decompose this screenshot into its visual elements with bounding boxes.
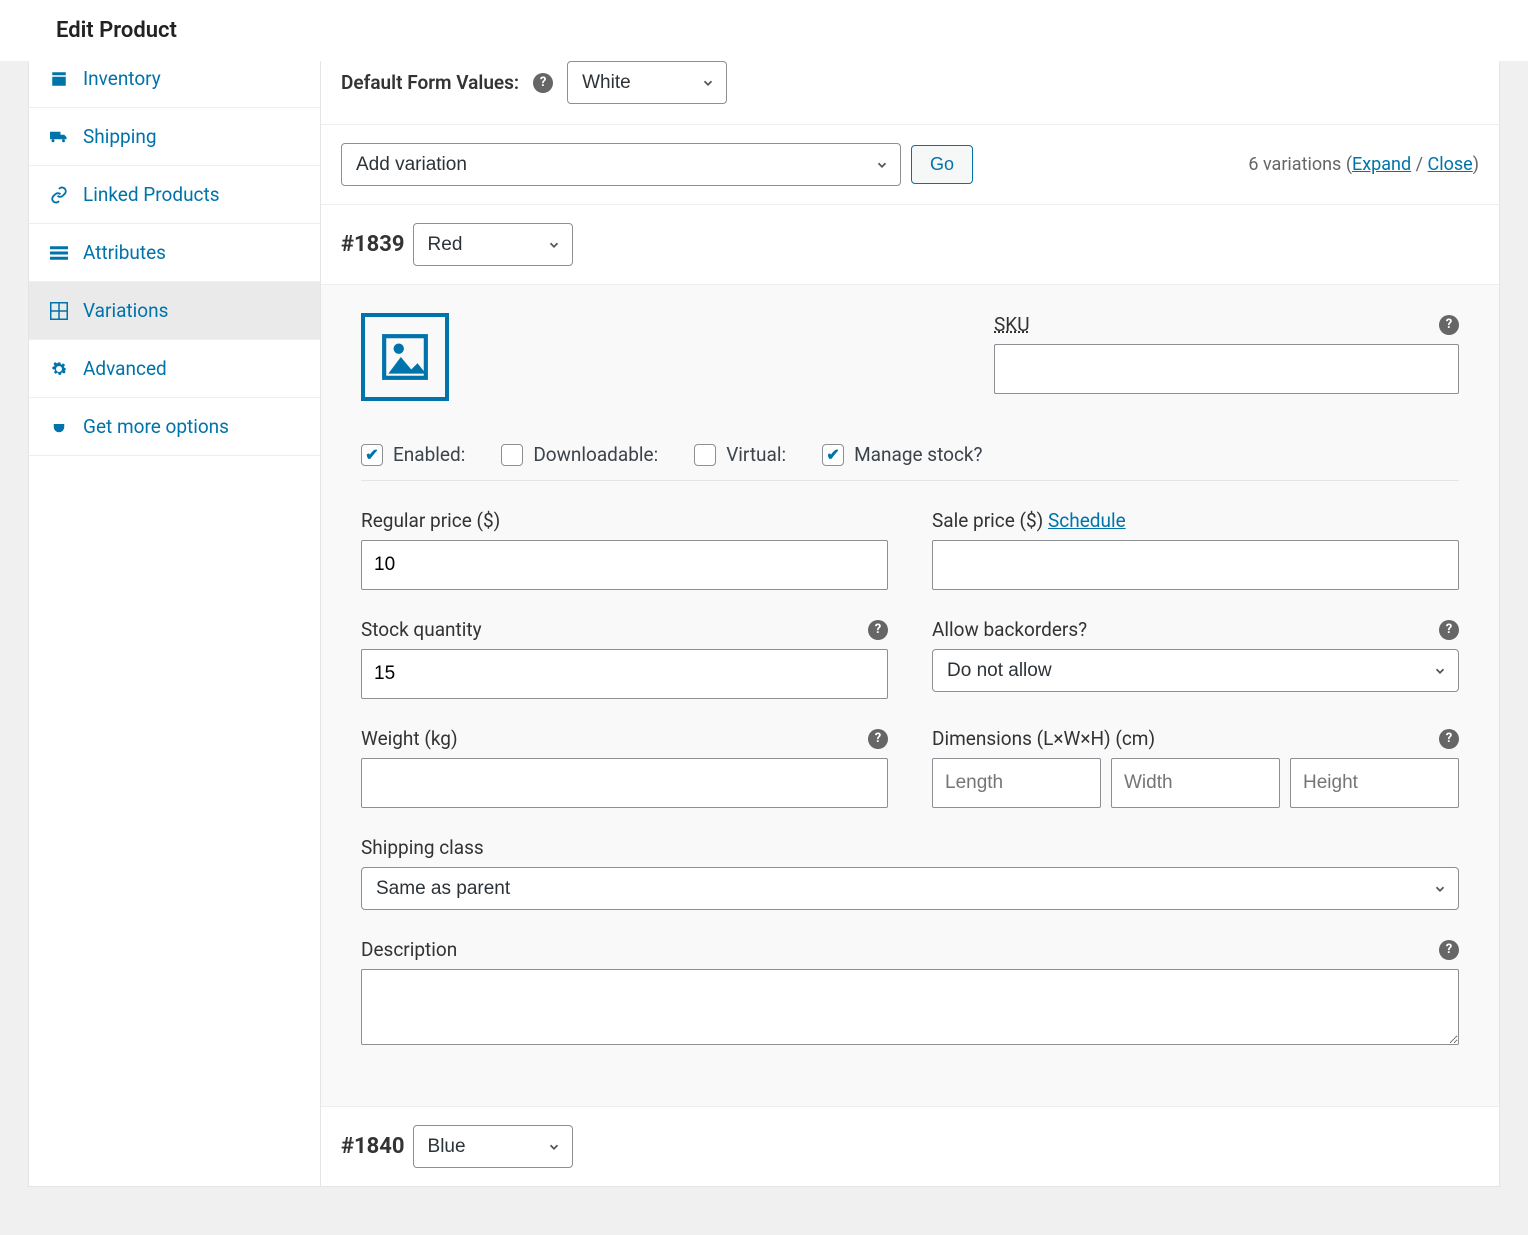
sidebar-item-attributes[interactable]: Attributes	[29, 224, 320, 282]
default-form-row: Default Form Values: ? White	[321, 61, 1499, 124]
variation-color-select[interactable]: Red	[413, 223, 573, 266]
shipping-class-select[interactable]: Same as parent	[361, 867, 1459, 910]
checkbox-icon	[822, 444, 844, 466]
dimensions-label: Dimensions (L×W×H) (cm)	[932, 727, 1155, 750]
width-input[interactable]	[1111, 758, 1280, 808]
help-icon[interactable]: ?	[868, 729, 888, 749]
schedule-link[interactable]: Schedule	[1048, 509, 1126, 532]
variation-count: 6 variations (Expand / Close)	[1248, 154, 1479, 175]
downloadable-check[interactable]: Downloadable:	[501, 443, 658, 466]
page-title: Edit Product	[0, 0, 1528, 61]
sidebar: Inventory Shipping Linked Products Attri…	[28, 61, 321, 1187]
stock-qty-input[interactable]	[361, 649, 888, 699]
regular-price-label: Regular price ($)	[361, 509, 500, 532]
sale-price-input[interactable]	[932, 540, 1459, 590]
description-label: Description	[361, 938, 457, 961]
sidebar-item-linked[interactable]: Linked Products	[29, 166, 320, 224]
sidebar-item-advanced[interactable]: Advanced	[29, 340, 320, 398]
sidebar-item-label: Inventory	[83, 67, 161, 90]
sidebar-item-more[interactable]: Get more options	[29, 398, 320, 456]
regular-price-input[interactable]	[361, 540, 888, 590]
default-form-label: Default Form Values:	[341, 71, 519, 94]
sidebar-item-shipping[interactable]: Shipping	[29, 108, 320, 166]
sidebar-item-label: Advanced	[83, 357, 167, 380]
sidebar-item-label: Attributes	[83, 241, 166, 264]
backorders-label: Allow backorders?	[932, 618, 1087, 641]
sku-label: SKU	[994, 313, 1030, 336]
help-icon[interactable]: ?	[1439, 729, 1459, 749]
sidebar-item-label: Shipping	[83, 125, 157, 148]
gear-icon	[49, 359, 69, 379]
variation-id: #1840	[341, 1134, 405, 1159]
sidebar-item-label: Variations	[83, 299, 168, 322]
list-icon	[49, 243, 69, 263]
variation-color-select[interactable]: Blue	[413, 1125, 573, 1168]
checkbox-icon	[361, 444, 383, 466]
sidebar-item-inventory[interactable]: Inventory	[29, 61, 320, 108]
truck-icon	[49, 127, 69, 147]
grid-icon	[49, 301, 69, 321]
close-link[interactable]: Close	[1428, 154, 1473, 175]
sidebar-item-variations[interactable]: Variations	[29, 282, 320, 340]
main-panel: Default Form Values: ? White Add variati…	[321, 61, 1500, 1187]
weight-label: Weight (kg)	[361, 727, 458, 750]
variation-header[interactable]: #1839 Red	[321, 205, 1499, 284]
checkbox-row: Enabled: Downloadable: Virtual: Manage s…	[361, 429, 1459, 481]
add-variation-select[interactable]: Add variation	[341, 143, 901, 186]
variation-header-2[interactable]: #1840 Blue	[321, 1107, 1499, 1186]
help-icon[interactable]: ?	[1439, 315, 1459, 335]
plug-icon	[49, 417, 69, 437]
manage-stock-check[interactable]: Manage stock?	[822, 443, 982, 466]
sale-price-label: Sale price ($)	[932, 509, 1043, 532]
sidebar-item-label: Get more options	[83, 415, 229, 438]
help-icon[interactable]: ?	[1439, 620, 1459, 640]
checkbox-icon	[501, 444, 523, 466]
virtual-check[interactable]: Virtual:	[694, 443, 786, 466]
help-icon[interactable]: ?	[868, 620, 888, 640]
stock-qty-label: Stock quantity	[361, 618, 482, 641]
sidebar-item-label: Linked Products	[83, 183, 220, 206]
checkbox-icon	[694, 444, 716, 466]
expand-link[interactable]: Expand	[1352, 154, 1411, 175]
enabled-check[interactable]: Enabled:	[361, 443, 465, 466]
description-textarea[interactable]	[361, 969, 1459, 1045]
sku-input[interactable]	[994, 344, 1459, 394]
backorders-select[interactable]: Do not allow	[932, 649, 1459, 692]
shipping-class-label: Shipping class	[361, 836, 484, 859]
variation-id: #1839	[341, 232, 405, 257]
go-button[interactable]: Go	[911, 145, 973, 184]
variation-image-placeholder[interactable]	[361, 313, 449, 401]
inventory-icon	[49, 69, 69, 89]
height-input[interactable]	[1290, 758, 1459, 808]
length-input[interactable]	[932, 758, 1101, 808]
variation-panel: SKU ? Enabled: Downloadable: Virtu	[321, 284, 1499, 1107]
help-icon[interactable]: ?	[1439, 940, 1459, 960]
default-form-select[interactable]: White	[567, 61, 727, 104]
help-icon[interactable]: ?	[533, 73, 553, 93]
weight-input[interactable]	[361, 758, 888, 808]
variations-toolbar: Add variation Go 6 variations (Expand / …	[321, 124, 1499, 205]
link-icon	[49, 185, 69, 205]
